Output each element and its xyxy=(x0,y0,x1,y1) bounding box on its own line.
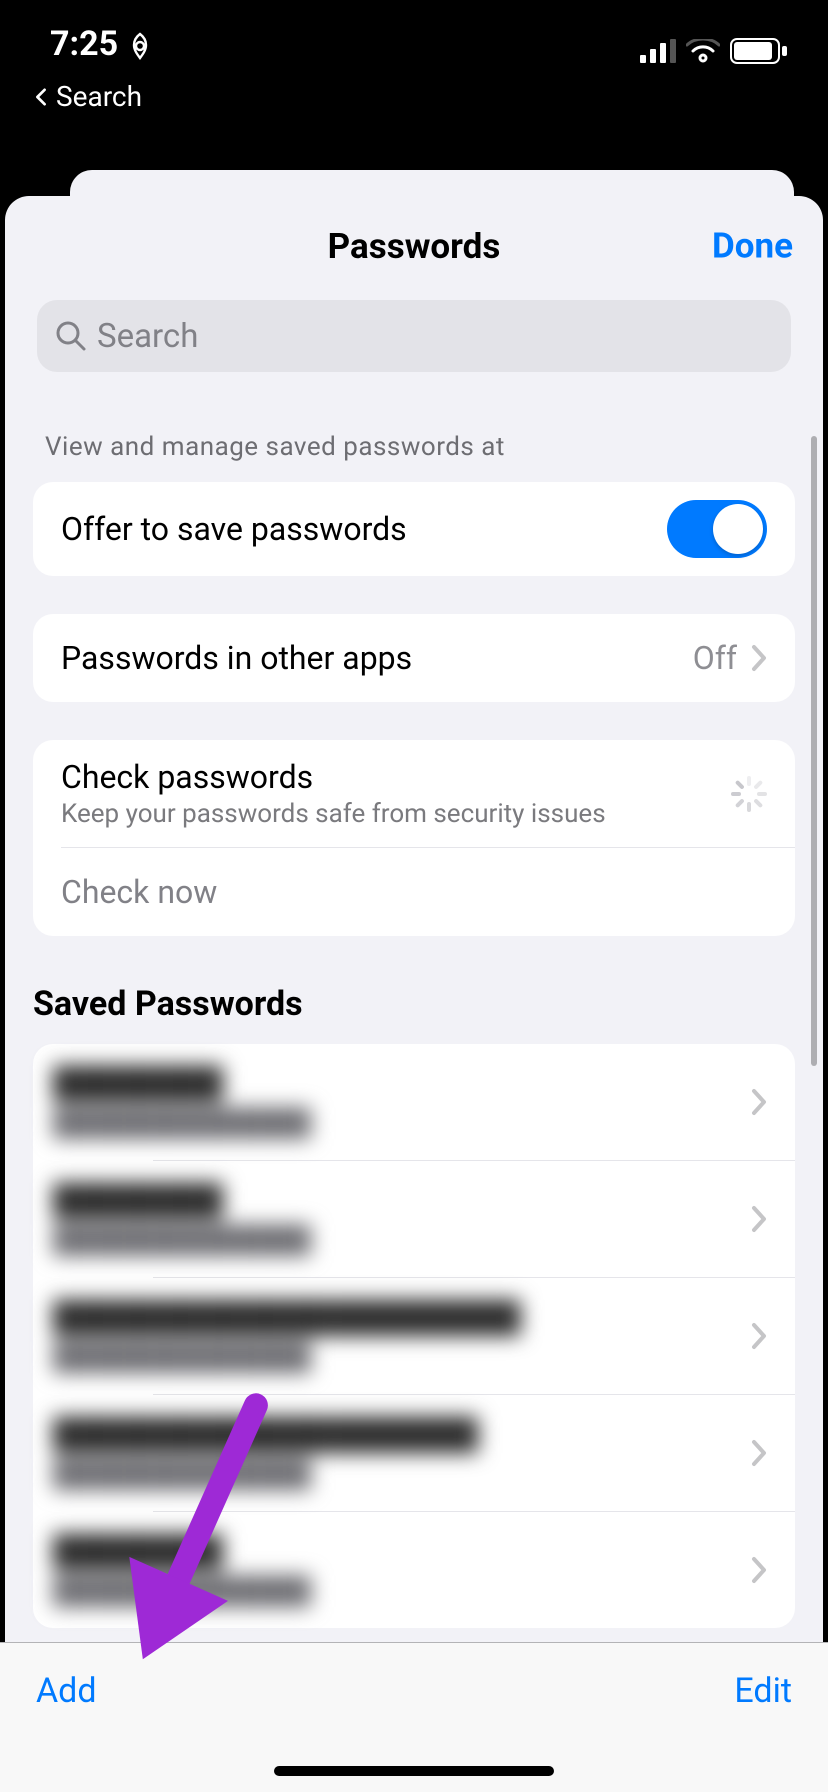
password-item[interactable]: ██████████████████████████████████ xyxy=(33,1395,795,1511)
chevron-right-icon xyxy=(751,644,767,672)
status-bar-right xyxy=(640,24,788,64)
offer-save-label: Offer to save passwords xyxy=(61,510,407,548)
saved-passwords-list: ██████████████████████ █████████████████… xyxy=(33,1044,795,1628)
home-indicator[interactable] xyxy=(274,1766,554,1776)
check-passwords-row: Check passwords Keep your passwords safe… xyxy=(33,740,795,847)
passwords-sheet: Passwords Done View and manage saved pas… xyxy=(5,196,823,1792)
wifi-icon xyxy=(686,39,720,63)
chevron-right-icon xyxy=(751,1322,767,1350)
password-item[interactable]: ████████████████████████████████████ xyxy=(33,1278,795,1394)
check-now-label: Check now xyxy=(61,873,217,911)
other-apps-label: Passwords in other apps xyxy=(61,639,412,677)
chevron-right-icon xyxy=(751,1205,767,1233)
page-title: Passwords xyxy=(328,226,501,267)
hotspot-icon xyxy=(128,32,152,60)
done-button[interactable]: Done xyxy=(712,226,793,267)
search-icon xyxy=(55,320,87,352)
password-item[interactable]: ██████████████████████ xyxy=(33,1044,795,1160)
chevron-right-icon xyxy=(751,1439,767,1467)
search-field-container[interactable] xyxy=(37,300,791,372)
saved-passwords-heading: Saved Passwords xyxy=(33,984,795,1024)
check-now-row[interactable]: Check now xyxy=(33,848,795,936)
password-item[interactable]: ██████████████████████ xyxy=(33,1512,795,1628)
other-apps-card: Passwords in other apps Off xyxy=(33,614,795,702)
check-passwords-label: Check passwords xyxy=(61,758,606,796)
back-label: Search xyxy=(56,80,142,113)
status-time: 7:25 xyxy=(50,24,118,64)
edit-button[interactable]: Edit xyxy=(734,1671,792,1711)
add-button[interactable]: Add xyxy=(36,1671,97,1711)
check-passwords-sub: Keep your passwords safe from security i… xyxy=(61,799,606,829)
offer-save-card: Offer to save passwords xyxy=(33,482,795,576)
chevron-right-icon xyxy=(751,1556,767,1584)
other-apps-value: Off xyxy=(693,639,737,677)
chevron-right-icon xyxy=(751,1088,767,1116)
back-to-search[interactable]: Search xyxy=(0,80,828,113)
password-item[interactable]: ██████████████████████ xyxy=(33,1161,795,1277)
cellular-icon xyxy=(640,39,676,63)
loading-spinner-icon xyxy=(731,776,767,812)
scroll-content[interactable]: View and manage saved passwords at Offer… xyxy=(5,372,823,1792)
search-input[interactable] xyxy=(97,317,773,356)
status-bar-left: 7:25 xyxy=(50,24,152,64)
offer-save-row[interactable]: Offer to save passwords xyxy=(33,482,795,576)
settings-hint: View and manage saved passwords at xyxy=(45,432,783,462)
other-apps-row[interactable]: Passwords in other apps Off xyxy=(33,614,795,702)
check-passwords-card: Check passwords Keep your passwords safe… xyxy=(33,740,795,936)
battery-icon xyxy=(730,38,788,64)
sheet-header: Passwords Done xyxy=(5,196,823,296)
scroll-indicator xyxy=(811,436,817,1066)
offer-save-toggle[interactable] xyxy=(667,500,767,558)
status-bar: 7:25 xyxy=(0,0,828,90)
